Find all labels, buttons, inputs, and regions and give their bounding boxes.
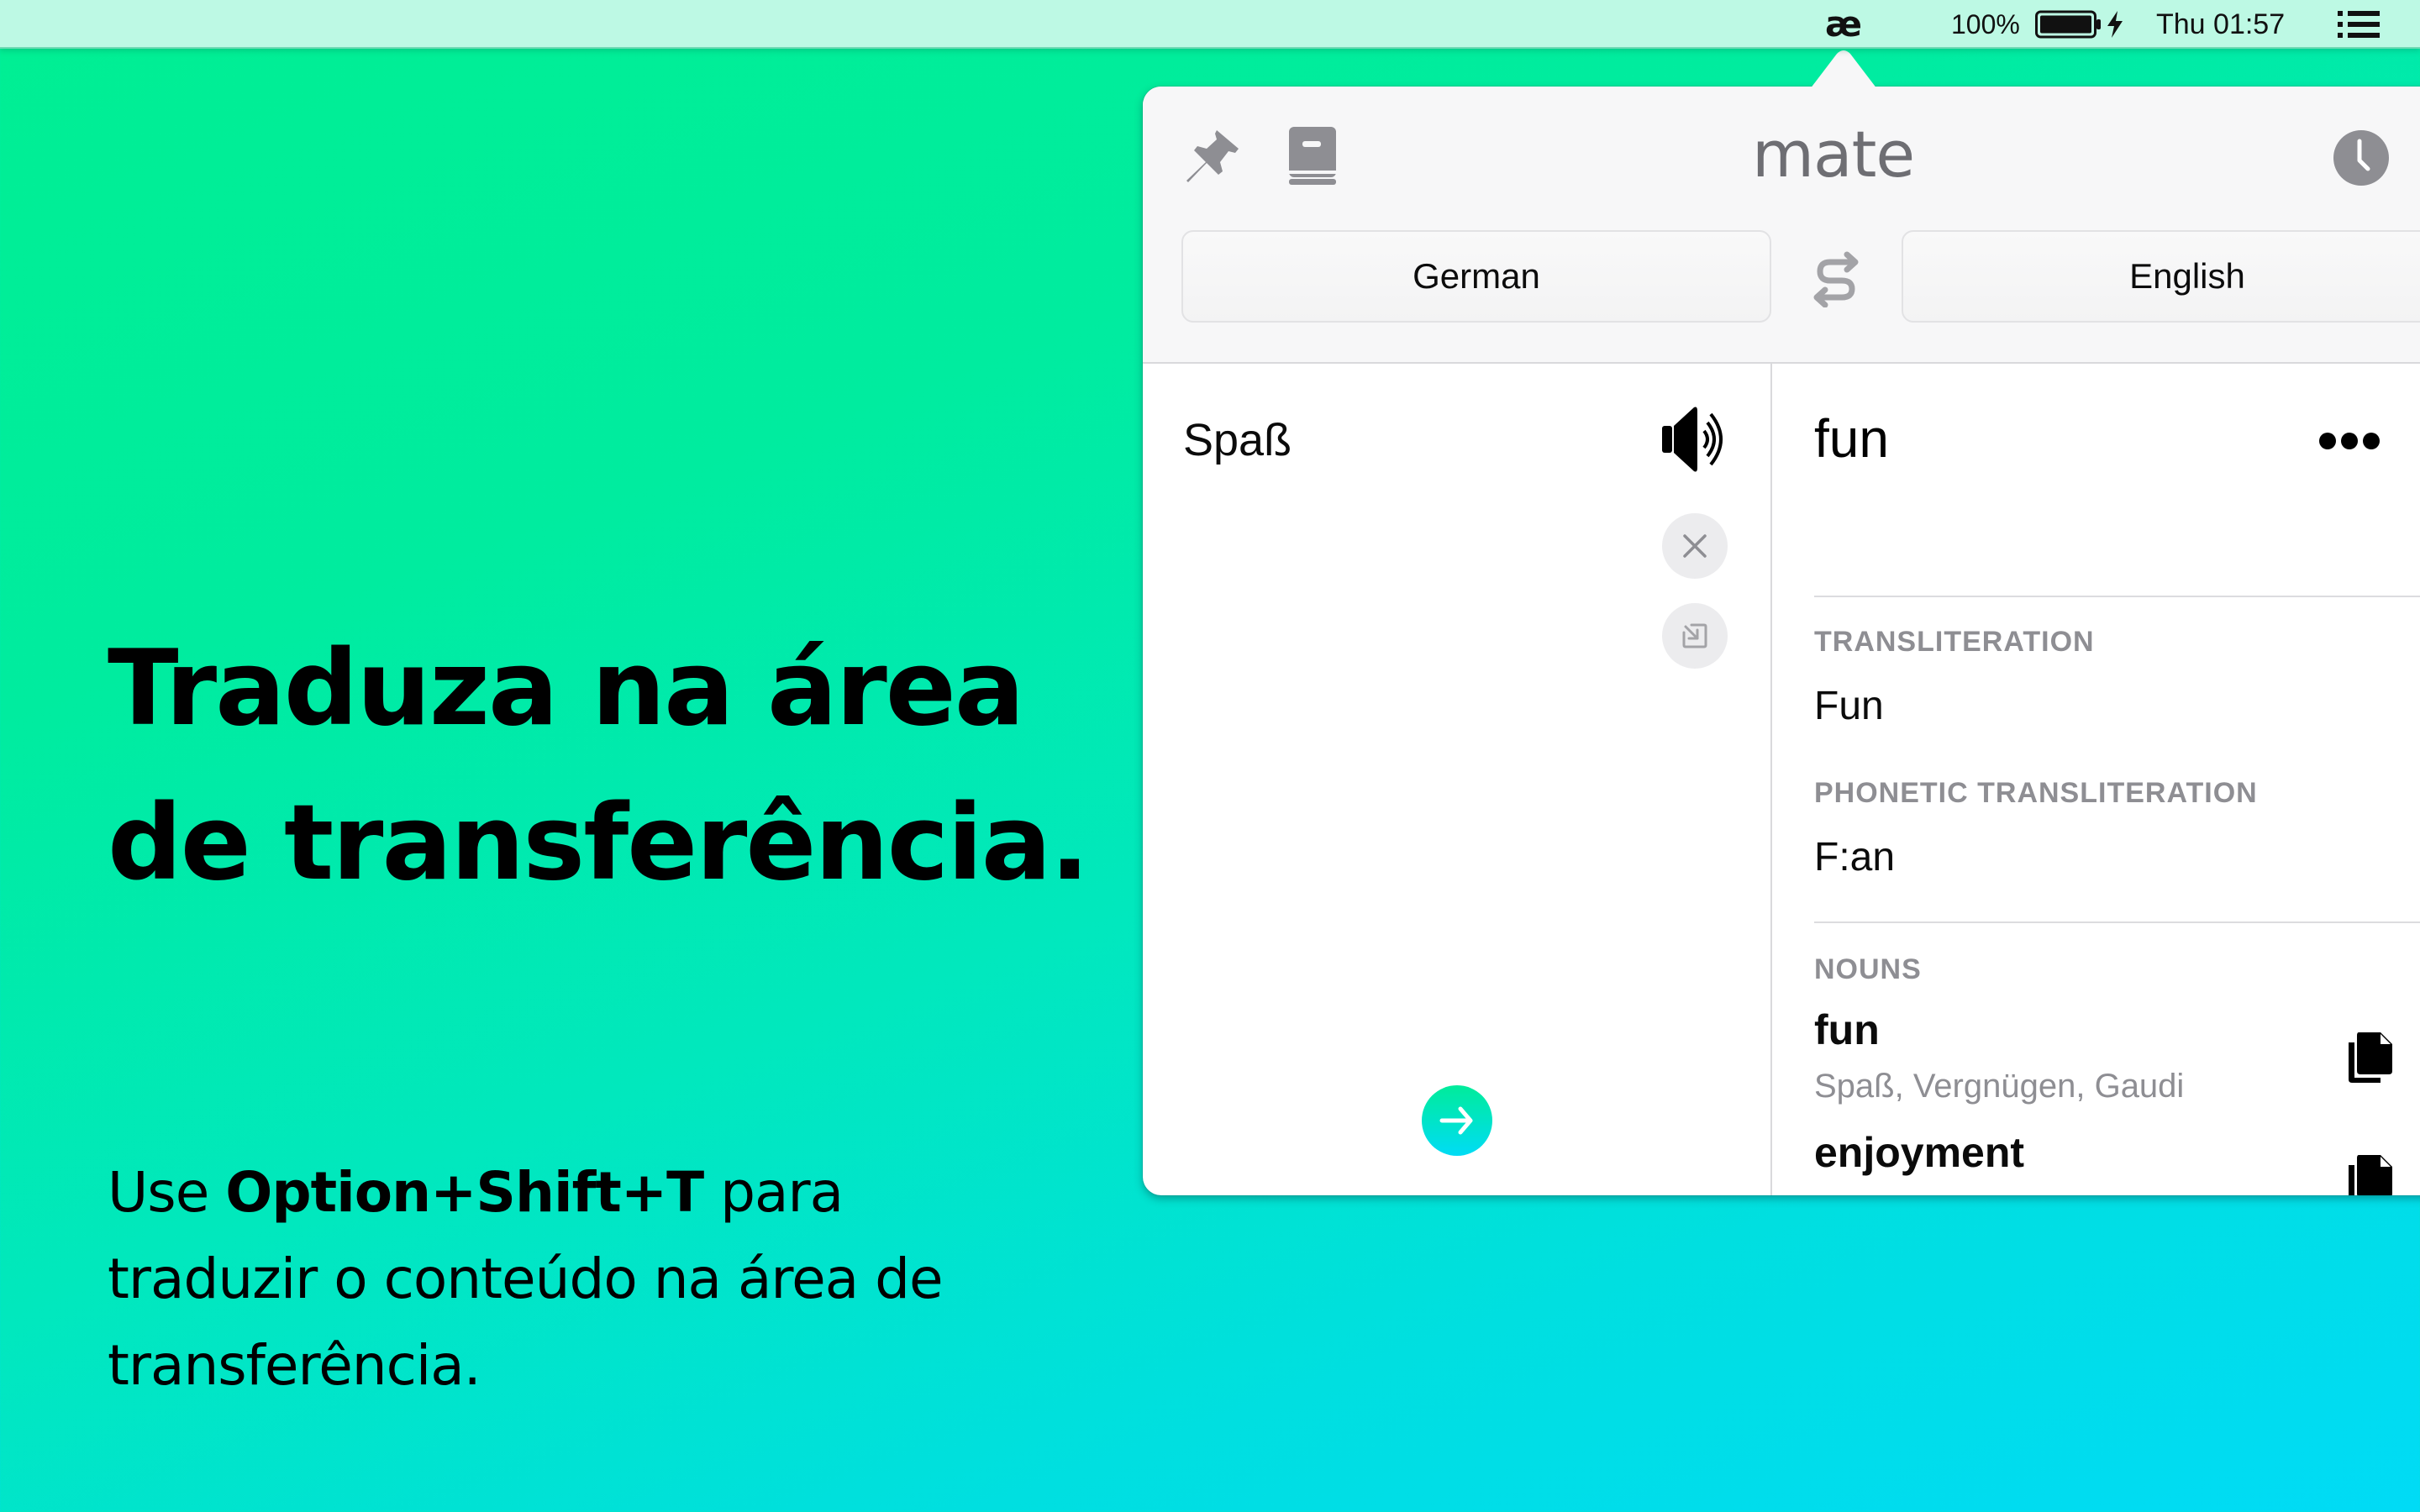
translate-button[interactable]	[1422, 1085, 1492, 1156]
headline-line-2: de transferência.	[108, 783, 1090, 904]
charging-bolt-icon	[2106, 0, 2124, 49]
pin-icon[interactable]	[1183, 127, 1242, 186]
subcopy: Use Option+Shift+T para traduzir o conte…	[108, 1149, 1074, 1409]
arrow-right-icon	[1439, 1106, 1473, 1135]
noun-synonyms: Vergnügen, Genuss, Spaß	[1814, 1190, 2210, 1195]
history-clock-icon[interactable]	[2333, 129, 2390, 186]
translation-result[interactable]: fun	[1814, 407, 1889, 470]
paste-button[interactable]	[1662, 603, 1728, 669]
copy-icon[interactable]	[2347, 1031, 2394, 1084]
copy-icon[interactable]	[2347, 1153, 2394, 1195]
subcopy-suffix: para	[703, 1160, 844, 1225]
section-label-transliteration: TRANSLITERATION	[1814, 626, 2095, 658]
target-language-button[interactable]: English	[1902, 230, 2420, 323]
battery-percentage: 100%	[1951, 8, 2020, 39]
result-pane: fun TRANSLITERATION Fun PHONETIC TRANSLI…	[1772, 365, 2420, 1195]
translator-popover: mate German English Spaß fun TRANSLITERA…	[1143, 87, 2420, 1195]
phonetic-value[interactable]: F:an	[1814, 834, 1895, 880]
list-menu-icon[interactable]	[2338, 0, 2380, 49]
separator	[1814, 596, 2420, 597]
ae-app-icon[interactable]: æ	[1825, 0, 1862, 49]
source-text-input[interactable]: Spaß	[1183, 414, 1292, 466]
menubar-clock[interactable]: Thu 01:57	[2156, 0, 2285, 49]
subcopy-line-1: Use Option+Shift+T para	[108, 1149, 1074, 1236]
clear-icon	[1683, 534, 1707, 558]
noun-word[interactable]: fun	[1814, 1005, 1880, 1054]
app-title: mate	[1752, 117, 1915, 192]
transliteration-value[interactable]: Fun	[1814, 683, 1884, 729]
source-language-button[interactable]: German	[1181, 230, 1771, 323]
shortcut-text: Option+Shift+T	[225, 1160, 704, 1225]
subcopy-line-2: traduzir o conteúdo na área de	[108, 1247, 944, 1311]
paste-icon	[1682, 623, 1707, 648]
clear-button[interactable]	[1662, 513, 1728, 579]
subcopy-prefix: Use	[108, 1160, 226, 1225]
separator	[1814, 921, 2420, 923]
subcopy-line-3: transferência.	[108, 1333, 481, 1398]
more-dots-icon[interactable]	[2318, 431, 2381, 451]
headline: Traduza na área de transferência.	[108, 612, 1090, 921]
book-icon[interactable]	[1287, 127, 1338, 186]
speaker-icon[interactable]	[1660, 406, 1731, 473]
section-label-nouns: NOUNS	[1814, 953, 1922, 985]
battery-icon[interactable]	[2035, 0, 2102, 49]
swap-languages-icon[interactable]	[1810, 250, 1862, 307]
headline-line-1: Traduza na área	[108, 628, 1025, 749]
popover-header: mate German English	[1143, 87, 2420, 364]
menu-bar: æ 100% Thu 01:57	[0, 0, 2420, 49]
section-label-phonetic: PHONETIC TRANSLITERATION	[1814, 777, 2258, 809]
noun-synonyms: Spaß, Vergnügen, Gaudi	[1814, 1068, 2185, 1105]
popover-arrow	[1810, 50, 1877, 89]
noun-word[interactable]: enjoyment	[1814, 1128, 2024, 1177]
